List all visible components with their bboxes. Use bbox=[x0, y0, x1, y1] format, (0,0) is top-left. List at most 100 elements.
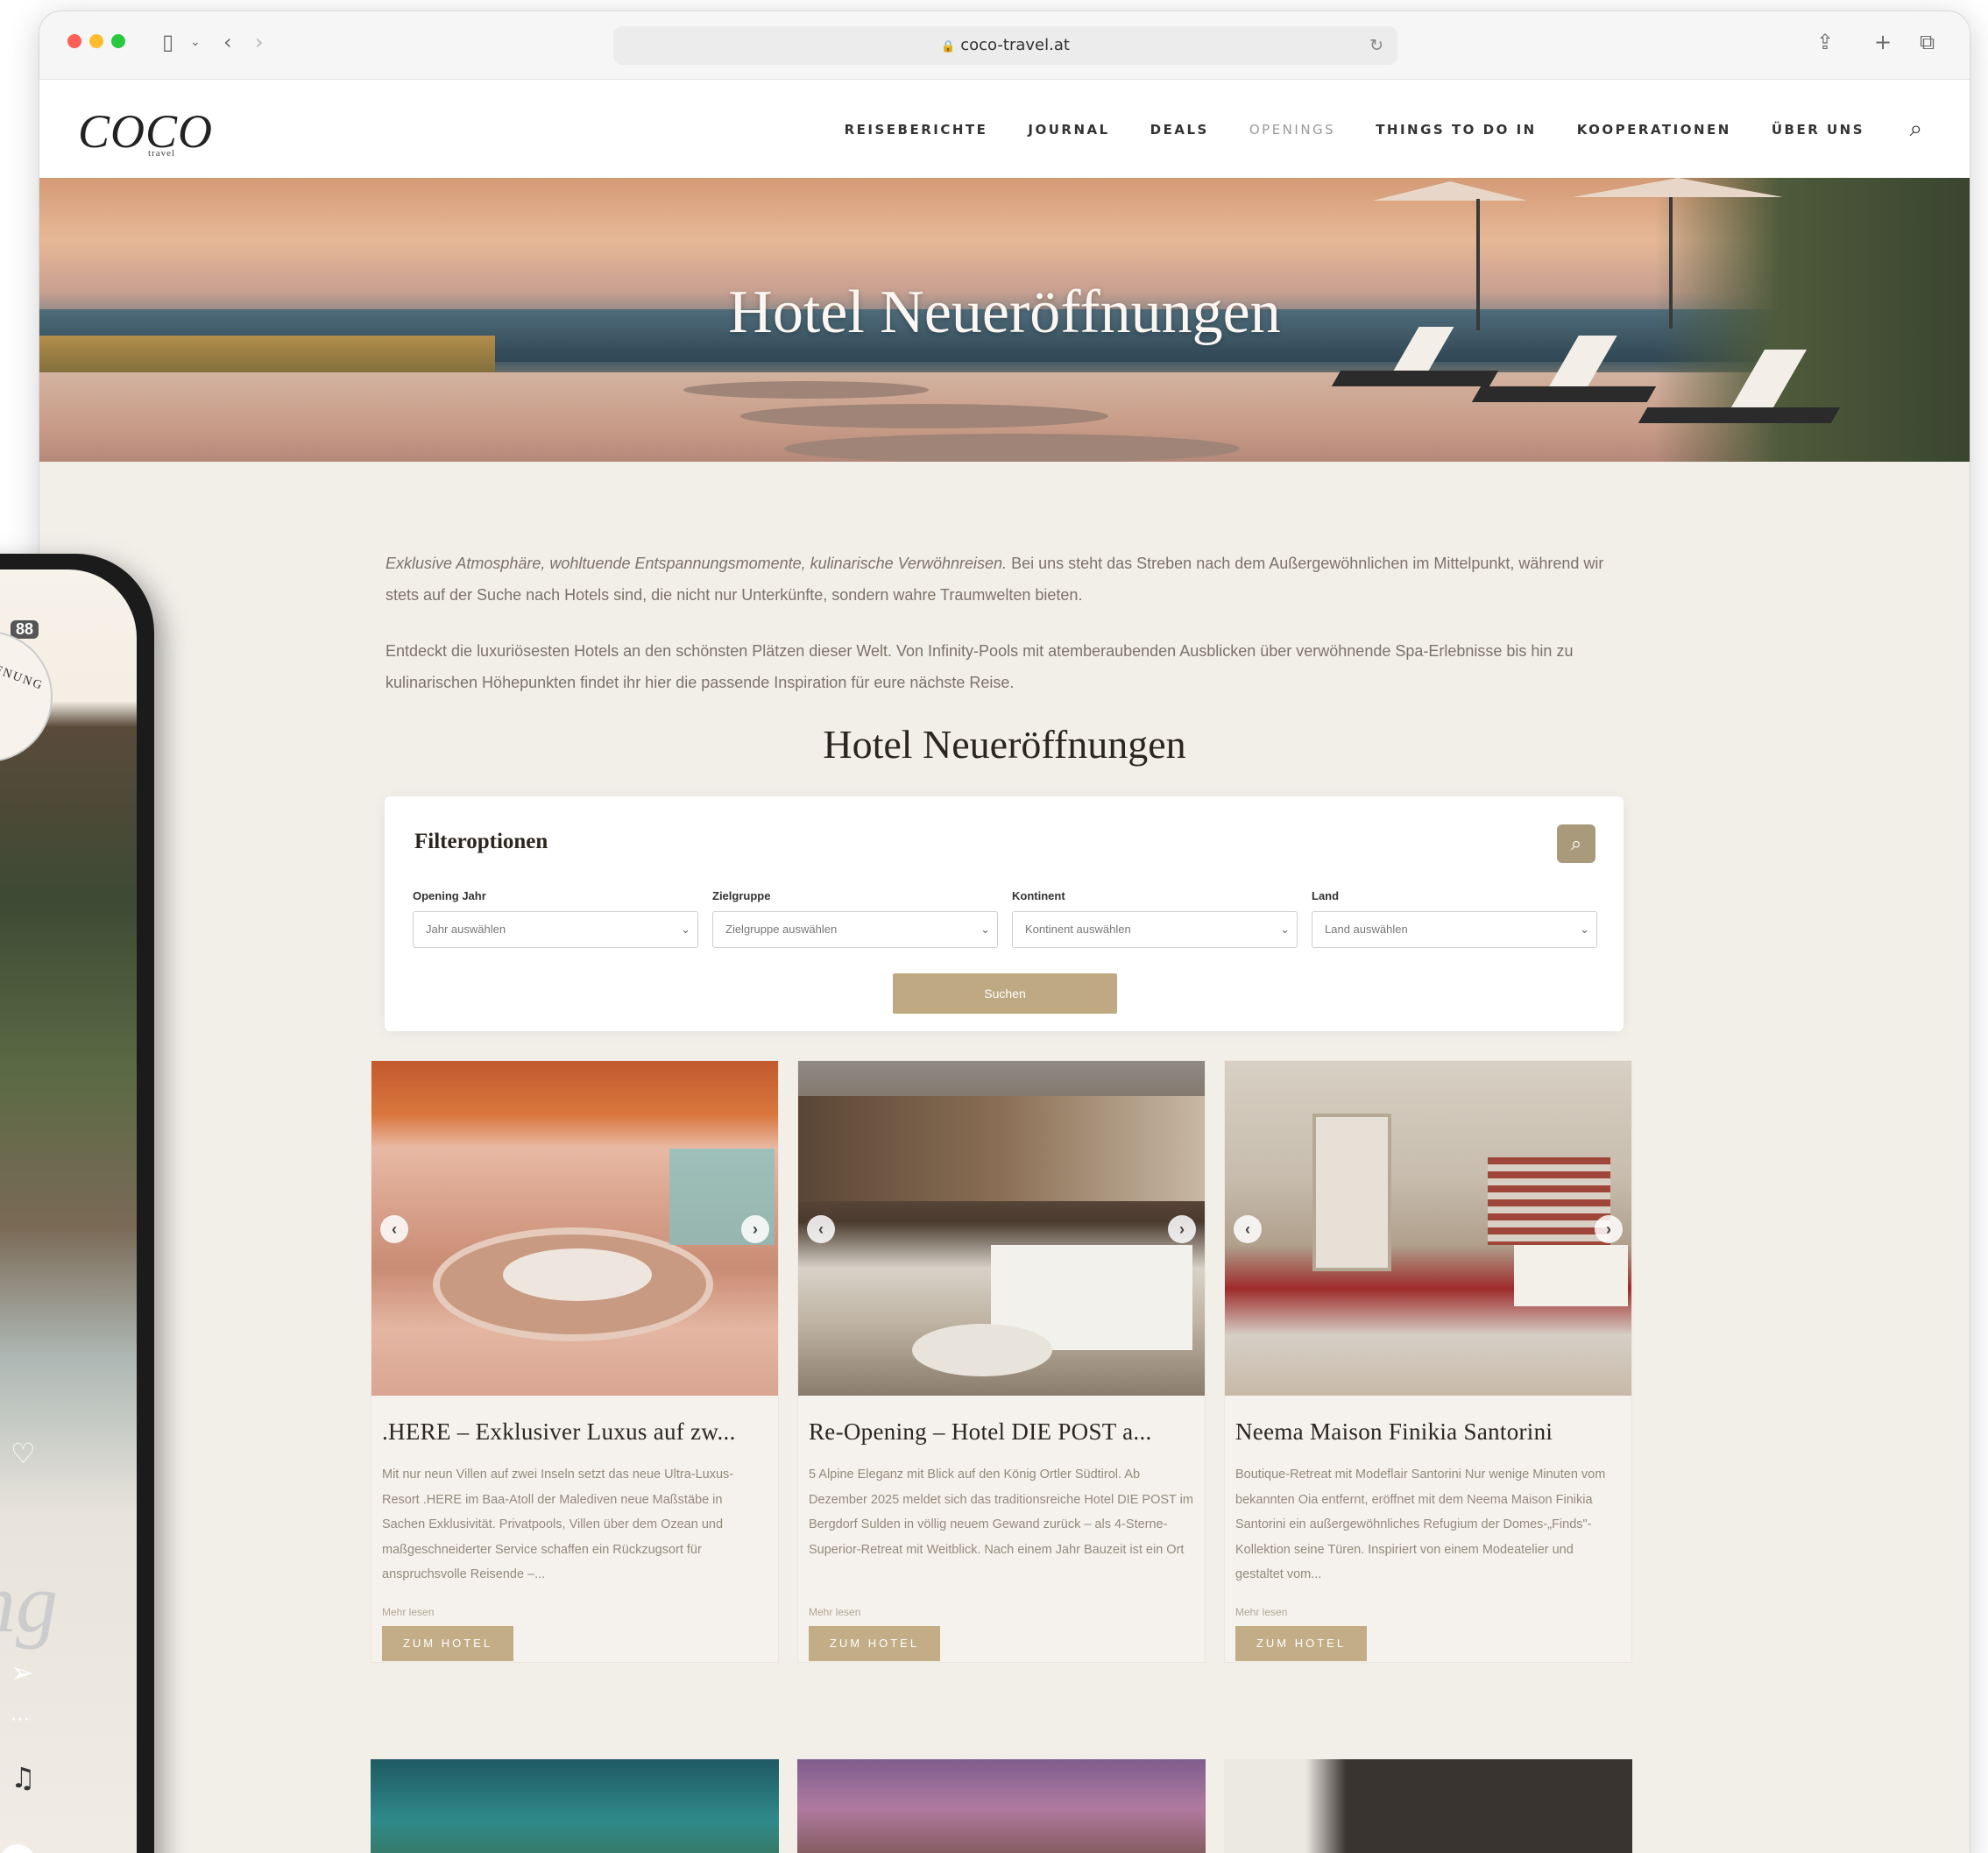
hotel-card-list: ‹ › .HERE – Exklusiver Luxus auf zw... M… bbox=[371, 1060, 1678, 1663]
carousel-prev-icon[interactable]: ‹ bbox=[807, 1215, 835, 1243]
site-header: COCO travel REISEBERICHTE JOURNAL DEALS O… bbox=[39, 80, 1970, 178]
zum-hotel-button[interactable]: ZUM HOTEL bbox=[382, 1626, 513, 1661]
hotel-card-title[interactable]: .HERE – Exklusiver Luxus auf zw... bbox=[382, 1418, 769, 1446]
chevron-down-icon: ⌄ bbox=[1280, 923, 1290, 936]
carousel-prev-icon[interactable]: ‹ bbox=[380, 1215, 408, 1243]
zum-hotel-button[interactable]: ZUM HOTEL bbox=[809, 1626, 940, 1661]
hero-title: Hotel Neueröffnungen bbox=[728, 279, 1281, 346]
nav-openings[interactable]: OPENINGS bbox=[1249, 122, 1335, 138]
nav-reiseberichte[interactable]: REISEBERICHTE bbox=[845, 122, 988, 138]
intro-paragraph-2: Entdeckt die luxuriösesten Hotels an den… bbox=[386, 642, 1574, 691]
read-more-link[interactable]: Mehr lesen bbox=[809, 1606, 860, 1618]
hero-lounger bbox=[1638, 407, 1841, 423]
hero-banner: Hotel Neueröffnungen bbox=[39, 178, 1970, 462]
hero-lounger bbox=[1331, 371, 1499, 386]
filter-title: Filteroptionen bbox=[414, 830, 548, 853]
forward-icon[interactable]: › bbox=[255, 29, 264, 55]
read-more-link[interactable]: Mehr lesen bbox=[382, 1606, 434, 1618]
music-icon[interactable]: ♫ bbox=[11, 1761, 36, 1794]
logo-text: COCO bbox=[78, 105, 214, 158]
minimize-window-button[interactable] bbox=[89, 34, 103, 48]
logo-subtext: travel bbox=[148, 148, 176, 159]
main-nav: REISEBERICHTE JOURNAL DEALS OPENINGS THI… bbox=[845, 122, 1864, 138]
hotel-card: ‹ › Neema Maison Finikia Santorini Bouti… bbox=[1224, 1060, 1632, 1663]
filter-label: Opening Jahr bbox=[413, 889, 486, 902]
land-select[interactable]: Land auswählen ⌄ bbox=[1312, 911, 1597, 948]
hotel-card-image[interactable] bbox=[797, 1759, 1206, 1853]
back-icon[interactable]: ‹ bbox=[223, 29, 232, 55]
hotel-card-title[interactable]: Re-Opening – Hotel DIE POST a... bbox=[809, 1418, 1196, 1446]
hotel-image[interactable]: ‹ › bbox=[1225, 1061, 1631, 1396]
search-icon[interactable]: ⌕ bbox=[1909, 115, 1922, 143]
chevron-down-icon: ⌄ bbox=[1580, 923, 1589, 936]
intro-paragraph-1: Exklusive Atmosphäre, wohltuende Entspan… bbox=[386, 548, 1630, 611]
carousel-prev-icon[interactable]: ‹ bbox=[1234, 1215, 1262, 1243]
nav-ueber-uns[interactable]: ÜBER UNS bbox=[1772, 122, 1864, 138]
blinds bbox=[1488, 1157, 1610, 1245]
carousel-next-icon[interactable]: › bbox=[1595, 1215, 1623, 1243]
hotel-image[interactable]: ‹ › bbox=[798, 1061, 1205, 1396]
site-logo[interactable]: COCO travel bbox=[78, 104, 213, 159]
nav-deals[interactable]: DEALS bbox=[1150, 122, 1209, 138]
nav-things-to-do-in[interactable]: THINGS TO DO IN bbox=[1376, 122, 1537, 138]
read-more-link[interactable]: Mehr lesen bbox=[1235, 1606, 1287, 1618]
url-text: coco-travel.at bbox=[960, 36, 1070, 54]
suchen-button[interactable]: Suchen bbox=[893, 973, 1117, 1014]
home-indicator bbox=[0, 1844, 35, 1853]
filter-label: Kontinent bbox=[1012, 889, 1065, 902]
chevron-down-icon: ⌄ bbox=[681, 923, 690, 936]
intro-text: Exklusive Atmosphäre, wohltuende Entspan… bbox=[386, 548, 1630, 723]
more-icon[interactable]: ⋯ bbox=[11, 1708, 30, 1730]
chevron-down-icon: ⌄ bbox=[980, 923, 990, 936]
phone-mockup: 88 HOTEL NEUERÖFFNUNG COCO ♡ ➢ ⋯ ♫ ng 3 bbox=[0, 554, 154, 1853]
share-icon[interactable]: ⇪ bbox=[1816, 29, 1834, 55]
hotel-card-description: Boutique-Retreat mit Modeflair Santorini… bbox=[1235, 1468, 1606, 1581]
reload-icon[interactable]: ↻ bbox=[1369, 26, 1383, 65]
send-icon[interactable]: ➢ bbox=[11, 1656, 34, 1689]
hotel-card-title[interactable]: Neema Maison Finikia Santorini bbox=[1235, 1418, 1623, 1446]
address-bar[interactable]: 🔒 coco-travel.at ↻ bbox=[613, 26, 1397, 65]
hotel-card-image[interactable] bbox=[371, 1759, 779, 1853]
opening-jahr-select[interactable]: Jahr auswählen ⌄ bbox=[413, 911, 698, 948]
hotel-card-description: 5 Alpine Eleganz mit Blick auf den König… bbox=[809, 1468, 1193, 1557]
select-value: Land auswählen bbox=[1325, 923, 1408, 936]
chevron-down-icon[interactable]: ⌄ bbox=[190, 29, 201, 55]
filter-kontinent: Kontinent Kontinent auswählen ⌄ bbox=[1012, 889, 1298, 948]
select-value: Kontinent auswählen bbox=[1025, 923, 1131, 936]
new-tab-icon[interactable]: + bbox=[1874, 29, 1892, 55]
search-icon: ⌕ bbox=[1570, 832, 1582, 854]
filter-zielgruppe: Zielgruppe Zielgruppe auswählen ⌄ bbox=[712, 889, 998, 948]
intro-emphasis: Exklusive Atmosphäre, wohltuende Entspan… bbox=[386, 555, 1008, 572]
filter-panel: Filteroptionen ⌕ Opening Jahr Jahr auswä… bbox=[385, 796, 1624, 1031]
zielgruppe-select[interactable]: Zielgruppe auswählen ⌄ bbox=[712, 911, 998, 948]
close-window-button[interactable] bbox=[67, 34, 81, 48]
hero-stepping-stone bbox=[683, 381, 929, 399]
heart-icon[interactable]: ♡ bbox=[11, 1437, 36, 1470]
select-value: Jahr auswählen bbox=[426, 923, 506, 936]
sidebar-icon[interactable]: ▯ bbox=[162, 29, 173, 55]
nav-kooperationen[interactable]: KOOPERATIONEN bbox=[1577, 122, 1731, 138]
filter-search-button[interactable]: ⌕ bbox=[1557, 824, 1595, 863]
hotel-card-description: Mit nur neun Villen auf zwei Inseln setz… bbox=[382, 1468, 734, 1581]
zum-hotel-button[interactable]: ZUM HOTEL bbox=[1235, 1626, 1367, 1661]
hotel-card-image[interactable] bbox=[1224, 1759, 1632, 1853]
tab-overview-icon[interactable]: ⧉ bbox=[1920, 29, 1935, 55]
badge-text: HOTEL NEUERÖFFNUNG COCO bbox=[0, 640, 46, 694]
hero-stepping-stone bbox=[740, 404, 1108, 428]
hotel-neueroeffnung-badge: HOTEL NEUERÖFFNUNG COCO bbox=[0, 631, 53, 762]
battery-indicator: 88 bbox=[11, 620, 39, 639]
door bbox=[1312, 1114, 1391, 1271]
zoom-window-button[interactable] bbox=[111, 34, 125, 48]
bed bbox=[1514, 1245, 1628, 1306]
hotel-card: ‹ › .HERE – Exklusiver Luxus auf zw... M… bbox=[371, 1060, 779, 1663]
lock-icon: 🔒 bbox=[941, 40, 956, 53]
hotel-image[interactable]: ‹ › bbox=[371, 1061, 778, 1396]
sofa bbox=[503, 1248, 652, 1301]
kontinent-select[interactable]: Kontinent auswählen ⌄ bbox=[1012, 911, 1298, 948]
filter-opening-jahr: Opening Jahr Jahr auswählen ⌄ bbox=[413, 889, 698, 948]
browser-toolbar: ▯ ⌄ ‹ › 🔒 coco-travel.at ↻ ⇪ + ⧉ bbox=[39, 11, 1970, 80]
script-lettering: ng bbox=[0, 1556, 58, 1650]
nav-journal[interactable]: JOURNAL bbox=[1028, 122, 1109, 138]
carousel-next-icon[interactable]: › bbox=[1168, 1215, 1196, 1243]
carousel-next-icon[interactable]: › bbox=[741, 1215, 769, 1243]
